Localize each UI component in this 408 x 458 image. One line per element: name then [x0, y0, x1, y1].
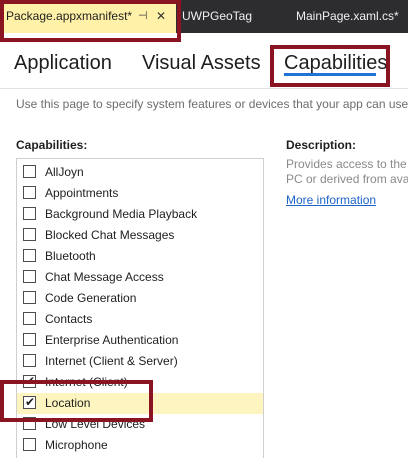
- capability-code-generation[interactable]: Code Generation: [17, 288, 263, 309]
- capability-microphone[interactable]: Microphone: [17, 435, 263, 456]
- description-line: Provides access to the c: [286, 157, 408, 171]
- capability-alljoyn[interactable]: AllJoyn: [17, 162, 263, 183]
- capability-label: Microphone: [45, 438, 108, 452]
- checkbox[interactable]: [23, 417, 36, 430]
- tab-mainpage-xaml-cs[interactable]: MainPage.xaml.cs*: [292, 0, 408, 33]
- capability-contacts[interactable]: Contacts: [17, 309, 263, 330]
- checkbox[interactable]: [23, 228, 36, 241]
- checkbox[interactable]: [23, 207, 36, 220]
- checkmark-icon: ✔: [25, 374, 36, 388]
- capability-label: Chat Message Access: [45, 270, 164, 284]
- more-information-link[interactable]: More information: [286, 193, 376, 207]
- capability-bluetooth[interactable]: Bluetooth: [17, 246, 263, 267]
- capability-label: Low Level Devices: [45, 417, 146, 431]
- checkbox[interactable]: ✔: [23, 374, 36, 388]
- divider: [0, 88, 408, 89]
- capability-label: Enterprise Authentication: [45, 333, 179, 347]
- checkbox[interactable]: [23, 438, 36, 451]
- document-tab-strip: Package.appxmanifest* ⊣ ✕ UWPGeoTag Main…: [0, 0, 408, 33]
- manifest-page-tabs: Application Visual Assets Capabilities: [0, 44, 408, 84]
- capability-internet-client[interactable]: ✔ Internet (Client): [17, 372, 263, 393]
- checkbox[interactable]: [23, 291, 36, 304]
- capability-location[interactable]: ✔ Location: [17, 393, 263, 414]
- capability-background-media-playback[interactable]: Background Media Playback: [17, 204, 263, 225]
- tab-label: Package.appxmanifest*: [6, 9, 133, 23]
- capability-label: Internet (Client): [45, 375, 128, 389]
- capability-label: Bluetooth: [45, 249, 96, 263]
- pin-icon[interactable]: ⊣: [138, 0, 148, 33]
- capabilities-heading: Capabilities:: [16, 138, 88, 152]
- checkmark-icon: ✔: [25, 395, 36, 409]
- description-heading: Description:: [286, 138, 357, 152]
- intro-text: Use this page to specify system features…: [16, 97, 408, 111]
- capabilities-list[interactable]: AllJoyn Appointments Background Media Pl…: [16, 158, 264, 458]
- capability-internet-client-server[interactable]: Internet (Client & Server): [17, 351, 263, 372]
- description-text: Provides access to the c PC or derived f…: [286, 157, 408, 187]
- checkbox[interactable]: [23, 186, 36, 199]
- capability-label: Blocked Chat Messages: [45, 228, 175, 242]
- capability-chat-message-access[interactable]: Chat Message Access: [17, 267, 263, 288]
- checkbox[interactable]: ✔: [23, 395, 36, 409]
- capability-label: Internet (Client & Server): [45, 354, 178, 368]
- tab-package-appxmanifest[interactable]: Package.appxmanifest* ⊣ ✕: [0, 0, 176, 33]
- capability-label: Contacts: [45, 312, 93, 326]
- tab-label: UWPGeoTag: [182, 9, 253, 23]
- capability-label: AllJoyn: [45, 165, 84, 179]
- capability-low-level-devices[interactable]: Low Level Devices: [17, 414, 263, 435]
- checkbox[interactable]: [23, 312, 36, 325]
- active-tab-underline: [284, 73, 376, 76]
- capability-label: Background Media Playback: [45, 207, 198, 221]
- capability-enterprise-authentication[interactable]: Enterprise Authentication: [17, 330, 263, 351]
- checkbox[interactable]: [23, 354, 36, 367]
- checkbox[interactable]: [23, 249, 36, 262]
- description-line: PC or derived from ava: [286, 172, 408, 186]
- capability-label: Location: [45, 396, 91, 410]
- capability-appointments[interactable]: Appointments: [17, 183, 263, 204]
- tab-visual-assets[interactable]: Visual Assets: [142, 52, 261, 75]
- capability-blocked-chat-messages[interactable]: Blocked Chat Messages: [17, 225, 263, 246]
- checkbox[interactable]: [23, 333, 36, 346]
- checkbox[interactable]: [23, 165, 36, 178]
- tab-label: MainPage.xaml.cs*: [296, 9, 399, 23]
- tab-application[interactable]: Application: [14, 52, 112, 75]
- close-icon[interactable]: ✕: [156, 0, 166, 33]
- capability-label: Code Generation: [45, 291, 137, 305]
- checkbox[interactable]: [23, 270, 36, 283]
- tab-uwpgeotag[interactable]: UWPGeoTag: [178, 0, 278, 33]
- tab-capabilities[interactable]: Capabilities: [284, 52, 387, 75]
- capability-label: Appointments: [45, 186, 119, 200]
